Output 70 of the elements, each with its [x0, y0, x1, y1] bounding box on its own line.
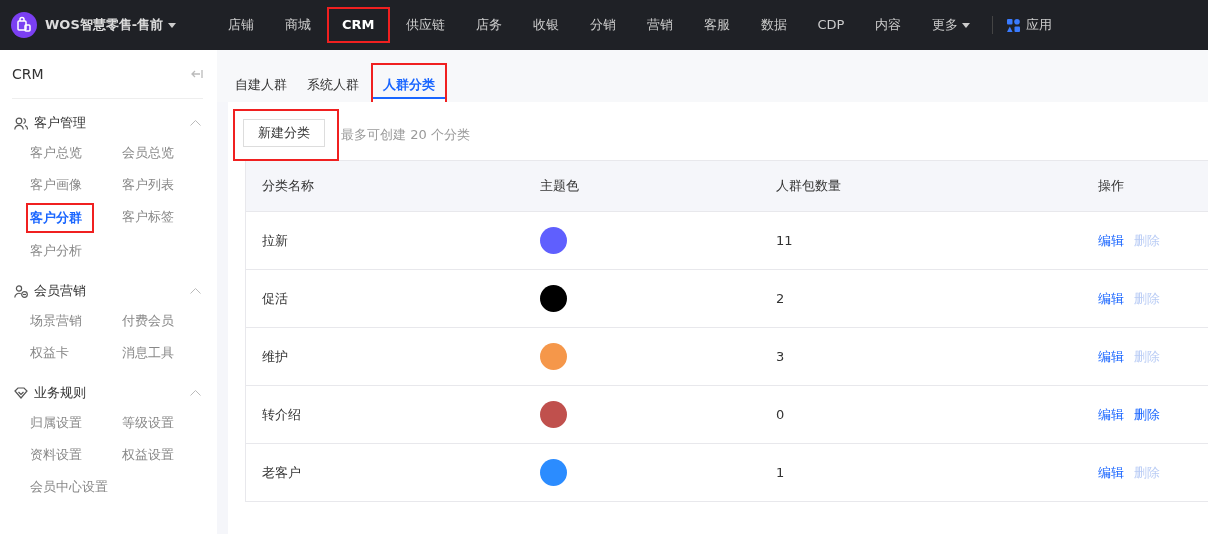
collapse-icon[interactable] — [191, 69, 203, 79]
chevron-icon[interactable] — [190, 390, 201, 396]
nav-tab[interactable]: 内容 — [860, 7, 917, 43]
shopping-bag-logo-icon — [11, 12, 37, 38]
sidebar-item[interactable]: 客户分析 — [26, 237, 86, 265]
sidebar-item[interactable]: 客户画像 — [26, 171, 86, 199]
section-title[interactable]: 业务规则 — [34, 384, 184, 402]
hint-text: 最多可创建 20 个分类 — [341, 126, 470, 144]
sidebar-item[interactable]: 场景营销 — [26, 307, 86, 335]
nav-tab[interactable]: 收银 — [517, 7, 574, 43]
nav-tab[interactable]: 店铺 — [213, 7, 269, 43]
column-header: 人群包数量 — [775, 177, 842, 195]
users-icon — [14, 116, 28, 130]
chevron-icon[interactable] — [190, 120, 201, 126]
nav-tab[interactable]: 供应链 — [390, 7, 460, 43]
action-link[interactable]: 编辑 — [1098, 231, 1124, 250]
action-link[interactable]: 编辑 — [1098, 463, 1124, 482]
nav-tab[interactable]: 商城 — [270, 7, 326, 43]
table-cell-text: 0 — [775, 407, 786, 422]
sidebar-item[interactable]: 客户总览 — [26, 139, 86, 167]
tab[interactable]: 系统人群 — [299, 63, 367, 105]
sidebar-item[interactable]: 客户分群 — [26, 203, 94, 233]
tab[interactable]: 自建人群 — [227, 63, 295, 105]
section-title[interactable]: 客户管理 — [34, 114, 184, 132]
action-link[interactable]: 编辑 — [1098, 289, 1124, 308]
section-title[interactable]: 会员营销 — [34, 282, 184, 300]
table-cell-text: 转介绍 — [261, 405, 302, 424]
member-icon — [14, 284, 28, 298]
nav-tab[interactable]: 更多 — [917, 7, 986, 43]
caret-icon — [168, 22, 177, 28]
action-link[interactable]: 编辑 — [1098, 405, 1124, 424]
store-name-dropdown[interactable]: WOS智慧零售-售前 — [45, 16, 177, 34]
nav-tab[interactable]: 分销 — [574, 7, 631, 43]
nav-tab[interactable]: 营销 — [631, 7, 688, 43]
table-cell-text: 维护 — [261, 347, 289, 366]
sidebar-item[interactable]: 客户标签 — [118, 203, 178, 231]
column-header: 主题色 — [539, 177, 580, 195]
sidebar-item[interactable]: 会员中心设置 — [26, 473, 112, 501]
nav-tab[interactable]: 店务 — [460, 7, 517, 43]
sidebar-item[interactable]: 客户列表 — [118, 171, 178, 199]
diamond-icon — [14, 387, 28, 399]
table-cell-text: 1 — [775, 465, 786, 480]
chevron-icon[interactable] — [190, 288, 201, 294]
sidebar-item[interactable]: 归属设置 — [26, 409, 86, 437]
sidebar-item[interactable]: 等级设置 — [118, 409, 178, 437]
column-header: 操作 — [1097, 177, 1125, 195]
table-cell-text: 促活 — [261, 289, 289, 308]
action-link[interactable]: 删除 — [1134, 405, 1160, 424]
table-cell-text: 2 — [775, 291, 786, 306]
sidebar-item[interactable]: 会员总览 — [118, 139, 178, 167]
nav-tab[interactable]: 客服 — [688, 7, 745, 43]
tab[interactable]: 人群分类 — [371, 63, 447, 105]
table-cell-text: 拉新 — [261, 231, 289, 250]
sidebar-item[interactable]: 消息工具 — [118, 339, 178, 367]
nav-tab[interactable]: CRM — [327, 7, 390, 43]
sidebar-title: CRM — [12, 66, 44, 82]
action-link[interactable]: 编辑 — [1098, 347, 1124, 366]
nav-tab[interactable]: 数据 — [745, 7, 802, 43]
apps-icon — [1007, 18, 1021, 32]
table-cell-text: 老客户 — [261, 463, 302, 482]
sidebar-item[interactable]: 权益设置 — [118, 441, 178, 469]
sidebar-item[interactable]: 资料设置 — [26, 441, 86, 469]
sidebar-item[interactable]: 付费会员 — [118, 307, 178, 335]
table-cell-text: 3 — [775, 349, 786, 364]
table-cell-text: 11 — [775, 233, 794, 248]
column-header: 分类名称 — [261, 177, 315, 195]
new-category-button[interactable]: 新建分类 — [243, 119, 325, 147]
sidebar-item[interactable]: 权益卡 — [26, 339, 73, 367]
apps-button[interactable]: 应用 — [1007, 16, 1053, 34]
nav-tab[interactable]: CDP — [802, 7, 860, 43]
